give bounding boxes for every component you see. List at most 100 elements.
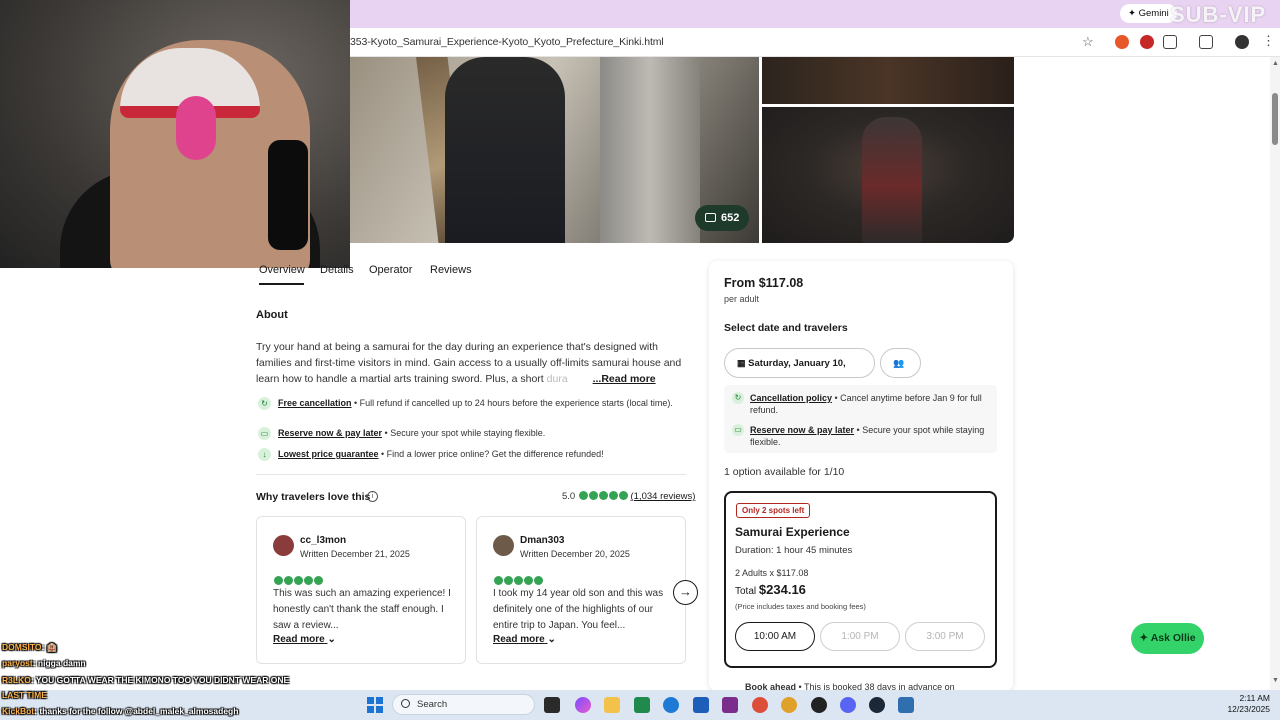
reviews-count-link[interactable]: (1,034 reviews) bbox=[631, 491, 696, 502]
browser-menu-icon[interactable]: ⋮ bbox=[1262, 33, 1275, 49]
chat-user: LAST TIME bbox=[2, 690, 47, 700]
chat-text: : 🏨 bbox=[41, 642, 58, 652]
card-icon: ▭ bbox=[732, 424, 744, 436]
search-placeholder: Search bbox=[417, 699, 448, 710]
refresh-icon: ↻ bbox=[732, 392, 744, 404]
chrome-icon[interactable] bbox=[752, 697, 768, 713]
system-clock[interactable]: 2:11 AM 12/23/2025 bbox=[1226, 693, 1270, 715]
chevron-down-icon: ⌄ bbox=[547, 634, 556, 645]
webcam-microphone bbox=[268, 140, 308, 250]
review-read-more[interactable]: Read more ⌄ bbox=[493, 634, 556, 645]
chat-message: DOMSITO: 🏨 bbox=[2, 642, 342, 653]
profile-avatar[interactable] bbox=[1235, 35, 1249, 49]
total-label: Total bbox=[735, 586, 757, 597]
total-value: $234.16 bbox=[758, 582, 806, 597]
tab-operator[interactable]: Operator bbox=[369, 264, 412, 276]
time-slot-3pm[interactable]: 3:00 PM bbox=[905, 622, 985, 651]
section-divider bbox=[256, 474, 686, 475]
sparkle-icon: ✦ bbox=[1139, 632, 1149, 644]
feature-text: • Full refund if cancelled up to 24 hour… bbox=[351, 398, 673, 408]
option-total: Total $234.16 bbox=[735, 582, 806, 597]
chat-message: R3LKO: YOU GOTTA WEAR THE KIMONO TOO YOU… bbox=[2, 675, 342, 685]
chat-text: : thanks for the follow @abdel_malek_alm… bbox=[34, 706, 239, 716]
chat-text: : nigga damn bbox=[32, 658, 86, 668]
next-reviews-arrow-icon[interactable]: → bbox=[673, 580, 698, 605]
chat-user: R3LKO bbox=[2, 675, 31, 685]
steam-icon[interactable] bbox=[869, 697, 885, 713]
windows-start-icon[interactable] bbox=[367, 697, 383, 713]
copilot-icon[interactable] bbox=[575, 697, 591, 713]
chat-message: LAST TIME bbox=[2, 690, 342, 700]
option-title: Samurai Experience bbox=[735, 525, 850, 539]
app-icon[interactable] bbox=[722, 697, 738, 713]
scroll-up-icon[interactable]: ▲ bbox=[1272, 60, 1279, 67]
file-explorer-icon[interactable] bbox=[604, 697, 620, 713]
date-picker-button[interactable]: ▦ Saturday, January 10, 2026 bbox=[724, 348, 875, 397]
time-slot-10am[interactable]: 10:00 AM bbox=[735, 622, 815, 651]
ask-ollie-button[interactable]: ✦ Ask Ollie bbox=[1131, 623, 1204, 654]
reserve-policy: ▭ Reserve now & pay later • Secure your … bbox=[732, 424, 992, 450]
gemini-button[interactable]: ✦ Gemini bbox=[1120, 4, 1177, 23]
calendar-icon: ▦ bbox=[737, 358, 746, 368]
reviewer-name: cc_l3mon bbox=[300, 535, 347, 546]
clock-time: 2:11 AM bbox=[1239, 693, 1270, 703]
review-text: This was such an amazing experience! I h… bbox=[273, 588, 451, 631]
chat-text: : YOU GOTTA WEAR THE KIMONO TOO YOU DIDN… bbox=[30, 675, 290, 685]
tab-reviews[interactable]: Reviews bbox=[430, 264, 472, 276]
discord-icon[interactable] bbox=[840, 697, 856, 713]
refresh-icon: ↻ bbox=[258, 397, 271, 410]
photo-detail bbox=[862, 117, 922, 243]
hero-photo-top-right[interactable] bbox=[762, 57, 1014, 104]
cancellation-policy: ↻ Cancellation policy • Cancel anytime b… bbox=[732, 392, 992, 418]
photo-count-button[interactable]: 652 bbox=[695, 205, 750, 231]
time-slot-1pm[interactable]: 1:00 PM bbox=[820, 622, 900, 651]
tab-details[interactable]: Details bbox=[320, 264, 354, 276]
adblock-extension-icon[interactable] bbox=[1140, 35, 1154, 49]
page-scrollbar[interactable] bbox=[1270, 57, 1280, 690]
reserve-pay-later-link[interactable]: Reserve now & pay later bbox=[750, 425, 854, 435]
app-icon[interactable] bbox=[898, 697, 914, 713]
edge-icon[interactable] bbox=[663, 697, 679, 713]
lowest-price-link[interactable]: Lowest price guarantee bbox=[278, 449, 379, 459]
feature-free-cancellation: ↻ Free cancellation • Full refund if can… bbox=[258, 397, 688, 423]
overall-rating: 5.0 (1,034 reviews) bbox=[562, 491, 695, 502]
scroll-down-icon[interactable]: ▼ bbox=[1272, 677, 1279, 684]
media-control-icon[interactable] bbox=[1199, 35, 1213, 49]
chat-message: KickBot: thanks for the follow @abdel_ma… bbox=[2, 706, 342, 716]
cancellation-policy-link[interactable]: Cancellation policy bbox=[750, 393, 832, 403]
card-icon: ▭ bbox=[258, 427, 271, 440]
people-icon: 👥 bbox=[893, 358, 905, 368]
option-price-breakdown: 2 Adults x $117.08 bbox=[735, 568, 809, 578]
url-text[interactable]: 353-Kyoto_Samurai_Experience-Kyoto_Kyoto… bbox=[350, 36, 664, 48]
about-description: Try your hand at being a samurai for the… bbox=[256, 339, 686, 387]
options-count: 1 option available for 1/10 bbox=[724, 466, 845, 478]
outlook-icon[interactable] bbox=[693, 697, 709, 713]
tab-overview[interactable]: Overview bbox=[259, 264, 305, 276]
chrome-profile-icon[interactable] bbox=[781, 697, 797, 713]
scrollbar-thumb[interactable] bbox=[1272, 93, 1278, 145]
review-card: Dman303 Written December 20, 2025 I took… bbox=[476, 516, 686, 664]
info-icon[interactable]: i bbox=[367, 491, 378, 502]
free-cancellation-link[interactable]: Free cancellation bbox=[278, 398, 352, 408]
why-travelers-heading: Why travelers love this bbox=[256, 491, 371, 503]
taskbar-search[interactable]: Search bbox=[392, 694, 535, 715]
extension-icon[interactable] bbox=[1115, 35, 1129, 49]
travelers-button[interactable]: 👥 2 bbox=[880, 348, 921, 397]
bookmark-star-icon[interactable]: ☆ bbox=[1082, 34, 1094, 50]
extensions-puzzle-icon[interactable] bbox=[1163, 35, 1177, 49]
chat-user: KickBot bbox=[2, 706, 35, 716]
photo-count-label: 652 bbox=[721, 212, 740, 224]
price-note: (Price includes taxes and booking fees) bbox=[735, 602, 866, 611]
task-view-icon[interactable] bbox=[544, 697, 560, 713]
gemini-label: Gemini bbox=[1138, 8, 1169, 19]
about-heading: About bbox=[256, 309, 288, 321]
avatar bbox=[273, 535, 294, 556]
excel-icon[interactable] bbox=[634, 697, 650, 713]
rating-dots bbox=[578, 491, 628, 502]
reserve-pay-later-link[interactable]: Reserve now & pay later bbox=[278, 428, 382, 438]
obs-icon[interactable] bbox=[811, 697, 827, 713]
reviewer-name: Dman303 bbox=[520, 535, 565, 546]
hero-photo-bottom-right[interactable] bbox=[762, 107, 1014, 243]
read-more-link[interactable]: ...Read more bbox=[593, 373, 656, 385]
feature-reserve-pay-later: ▭ Reserve now & pay later • Secure your … bbox=[258, 427, 688, 441]
